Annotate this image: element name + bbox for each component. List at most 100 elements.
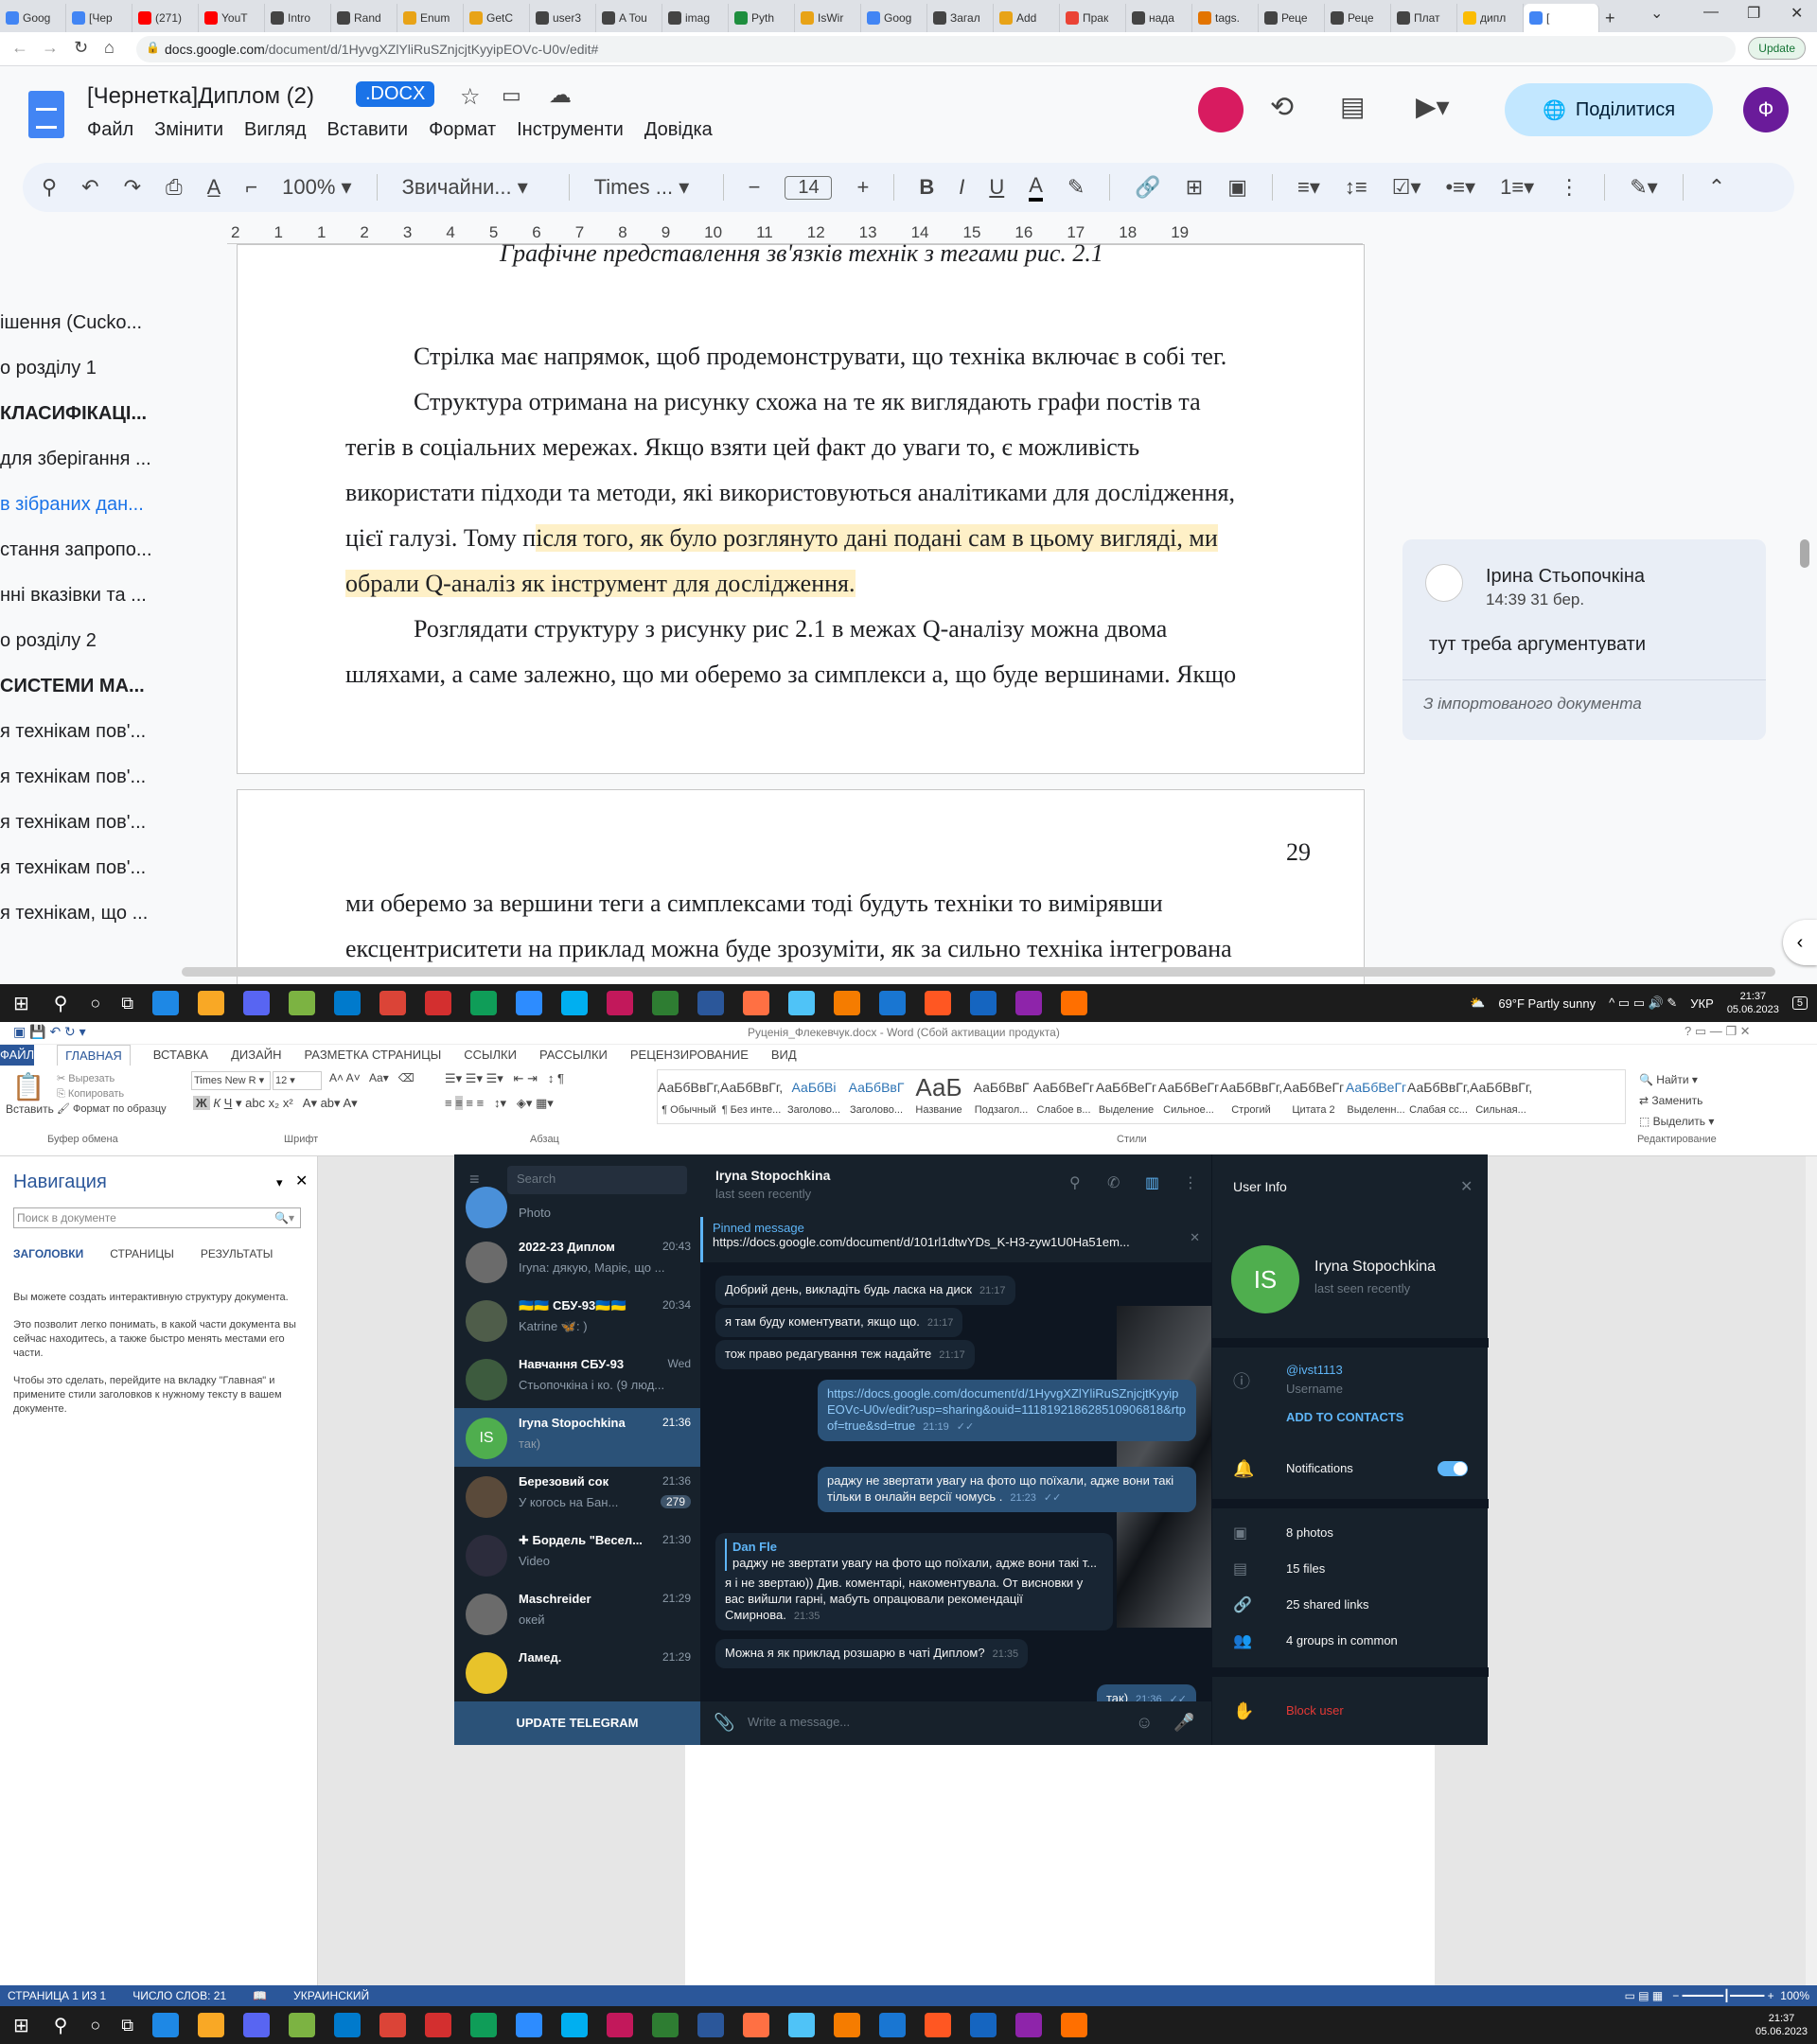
shared-groups-item[interactable]: 4 groups in common (1286, 1633, 1398, 1648)
chat-list-item[interactable]: Навчання СБУ-93 Стьопочкіна і ко. (9 люд.… (454, 1349, 700, 1408)
insert-image-icon[interactable]: ▣ (1227, 175, 1247, 200)
block-user-button[interactable]: Block user (1286, 1703, 1344, 1718)
outline-item[interactable]: стання запропо... (0, 539, 170, 585)
app-icon[interactable] (925, 991, 952, 1015)
style-item[interactable]: АаБбВеГг Цитата 2 (1282, 1070, 1345, 1116)
style-select[interactable]: Звичайни... ▾ (402, 175, 544, 200)
back-icon[interactable]: ← (11, 38, 28, 58)
nav-tab[interactable]: РЕЗУЛЬТАТЫ (201, 1247, 273, 1260)
maximize-button[interactable]: ❐ (1747, 4, 1760, 23)
outline-item[interactable]: для зберігання ... (0, 449, 170, 494)
message-bubble[interactable]: https://docs.google.com/document/d/1Hyvg… (818, 1380, 1196, 1441)
commented-text[interactable]: ісля того, як було розглянуто дані подан… (536, 524, 1218, 552)
browser-tab[interactable]: Реце (1259, 4, 1325, 32)
add-comment-icon[interactable]: ⊞ (1186, 175, 1203, 200)
clock[interactable]: 21:37 05.06.2023 (1755, 2012, 1808, 2038)
comments-icon[interactable]: ▤ (1340, 91, 1365, 122)
chat-list-item[interactable]: IS Iryna Stopochkina так) 21:36 (454, 1408, 700, 1467)
chat-list-item[interactable]: 🇺🇦🇺🇦 СБУ-93🇺🇦🇺🇦 Katrine 🦋: ) 20:34 (454, 1291, 700, 1349)
menu-item[interactable]: Інструменти (517, 119, 624, 141)
app-icon[interactable] (834, 991, 861, 1015)
outline-item[interactable]: нні вказівки та ... (0, 585, 170, 630)
search-icon[interactable]: ⚲ (54, 2014, 68, 2037)
editing-group[interactable]: 🔍 Найти ▾ ⇄ Заменить ⬚ Выделить ▾ (1639, 1069, 1714, 1132)
paragraph-buttons[interactable]: ☰▾ ☰▾ ☰▾ ⇤ ⇥ ↕ ¶ (445, 1071, 564, 1086)
browser-tab[interactable]: tags. (1192, 4, 1259, 32)
more-icon[interactable]: ⋮ (1183, 1173, 1198, 1192)
search-icon[interactable]: 🔍▾ (274, 1211, 294, 1225)
message-bubble[interactable]: Добрий день, викладіть будь ласка на дис… (715, 1276, 1015, 1305)
browser-tab[interactable]: YouT (199, 4, 265, 32)
weather-icon[interactable]: ⛅ (1470, 996, 1485, 1011)
copy-button[interactable]: ⎘ Копировать (57, 1086, 167, 1101)
emoji-icon[interactable]: ☺ (1136, 1713, 1153, 1733)
word-count[interactable]: ЧИСЛО СЛОВ: 21 (132, 1989, 226, 2002)
undo-icon[interactable]: ↶ (81, 175, 98, 200)
browser-tab[interactable]: Enum (397, 4, 464, 32)
menu-item[interactable]: Вставити (327, 119, 409, 141)
align-icon[interactable]: ≡▾ (1297, 175, 1320, 200)
browser-tab[interactable]: Goog (861, 4, 927, 32)
reload-icon[interactable]: ↻ (74, 38, 88, 58)
sidebar-toggle-icon[interactable]: ▥ (1145, 1173, 1159, 1192)
menu-item[interactable]: Файл (87, 119, 133, 141)
increase-font-size-icon[interactable]: + (856, 175, 869, 200)
doc-page-29[interactable]: 29 ми оберемо за вершини теги а симплекс… (237, 789, 1365, 984)
discord-icon[interactable] (243, 991, 271, 1015)
notepad-icon[interactable] (652, 991, 679, 1015)
share-button[interactable]: 🌐 Поділитися (1505, 83, 1713, 136)
outline-item[interactable]: я технікам пов'... (0, 812, 170, 857)
horizontal-scrollbar[interactable] (182, 967, 1775, 977)
outline-item[interactable]: в зібраних дан... (0, 494, 170, 539)
zoom-icon[interactable] (516, 2013, 543, 2037)
style-item[interactable]: АаБбВвГг, Слабая сс... (1407, 1070, 1470, 1116)
browser-tab[interactable]: Pyth (729, 4, 795, 32)
font-name-select[interactable]: Times New R ▾ (191, 1071, 271, 1090)
font-size-input[interactable]: 14 (785, 175, 833, 200)
outline-item[interactable]: СИСТЕМИ МА... (0, 676, 170, 721)
outline-item[interactable]: я технікам пов'... (0, 721, 170, 766)
close-pin-icon[interactable]: ✕ (1190, 1230, 1200, 1245)
underline-icon[interactable]: U (989, 175, 1004, 200)
ribbon-tab[interactable]: ГЛАВНАЯ (57, 1045, 131, 1066)
link-icon[interactable]: 🔗 (1135, 175, 1160, 200)
decrease-font-size-icon[interactable]: − (749, 175, 761, 200)
style-item[interactable]: АаБбВвГг, ¶ Обычный (658, 1070, 720, 1116)
style-item[interactable]: АаБбВі Заголово... (783, 1070, 845, 1116)
browser-tab[interactable]: Прак (1060, 4, 1126, 32)
outline-item[interactable]: КЛАСИФІКАЦІ... (0, 403, 170, 449)
menu-item[interactable]: Формат (429, 119, 496, 141)
ribbon-tab[interactable]: ДИЗАЙН (231, 1045, 281, 1066)
url-input[interactable]: 🔒 docs.google.com/document/d/1HyvgXZlYli… (136, 36, 1736, 62)
style-item[interactable]: АаБбВеГг Выделенн... (1345, 1070, 1407, 1116)
bold-icon[interactable]: B (919, 175, 934, 200)
browser-tab[interactable]: [Чер (66, 4, 132, 32)
update-telegram-button[interactable]: UPDATE TELEGRAM (454, 1701, 700, 1745)
app-icon[interactable] (1015, 991, 1043, 1015)
line-spacing-icon[interactable]: ↕≡ (1345, 175, 1367, 200)
close-icon[interactable]: ✕ (1460, 1177, 1473, 1196)
collapse-menus-icon[interactable]: ⌃ (1708, 175, 1725, 200)
ribbon-tab[interactable]: ВСТАВКА (153, 1045, 208, 1066)
add-to-contacts-button[interactable]: ADD TO CONTACTS (1286, 1410, 1403, 1424)
nav-close-icon[interactable]: ✕ (295, 1172, 308, 1190)
jetbrains-icon[interactable] (607, 2013, 634, 2037)
app-icon[interactable] (1015, 2013, 1043, 2037)
word-icon[interactable] (697, 2013, 725, 2037)
forward-icon[interactable]: → (42, 38, 59, 58)
chat-list-item[interactable]: ✚ Бордель "Весел... Video 21:30 (454, 1525, 700, 1584)
cortana-icon[interactable]: ○ (90, 994, 100, 1013)
app-icon[interactable] (289, 2013, 316, 2037)
tab-search-icon[interactable]: ⌄ (1650, 4, 1663, 23)
browser-tab[interactable]: user3 (530, 4, 596, 32)
menu-item[interactable]: Довідка (644, 119, 713, 141)
spellcheck-icon[interactable]: A̲ (207, 175, 221, 200)
browser-tab[interactable]: Плат (1391, 4, 1457, 32)
ribbon-tab[interactable]: РЕЦЕНЗИРОВАНИЕ (630, 1045, 749, 1066)
update-button[interactable]: Update (1748, 37, 1806, 60)
nav-tab[interactable]: СТРАНИЦЫ (110, 1247, 174, 1260)
notifications-toggle[interactable] (1438, 1461, 1468, 1476)
ribbon-tab[interactable]: ВИД (771, 1045, 797, 1066)
style-item[interactable]: АаБбВвГ Подзагол... (970, 1070, 1032, 1116)
doc-page-28[interactable]: Графічне представлення зв'язків технік з… (237, 239, 1365, 774)
